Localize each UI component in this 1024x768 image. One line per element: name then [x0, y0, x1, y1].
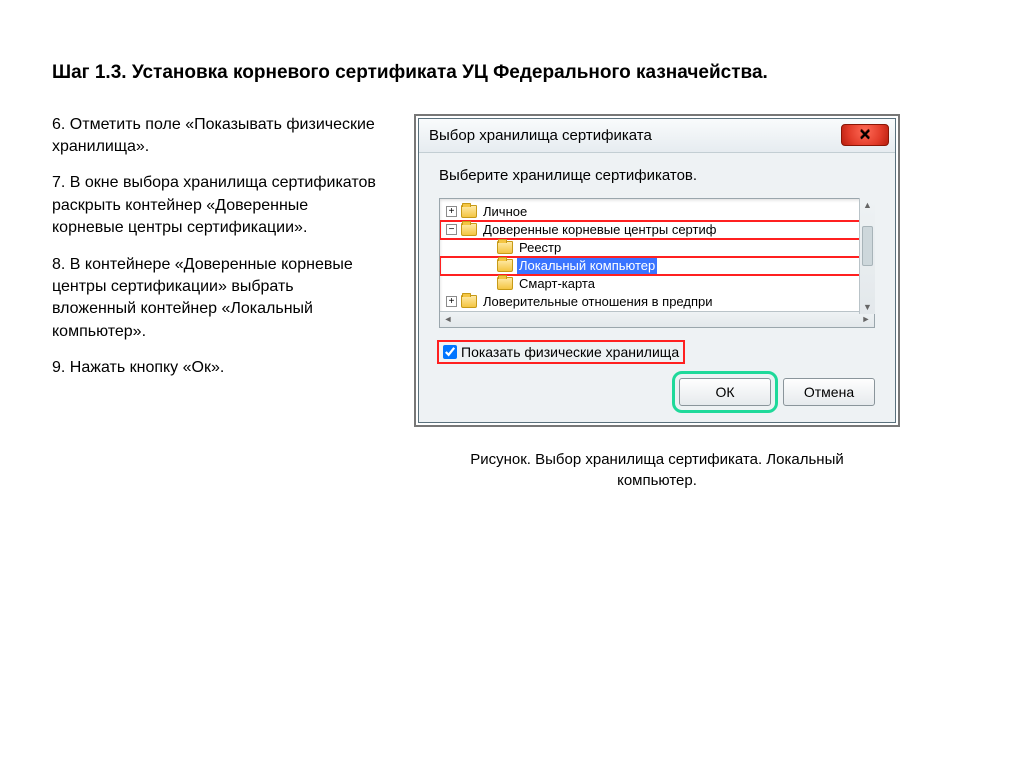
tree-item-local-computer[interactable]: Локальный компьютер	[440, 257, 874, 275]
folder-icon	[461, 295, 477, 308]
tree-item-registry[interactable]: Реестр	[440, 239, 874, 257]
close-button[interactable]: ✕	[841, 124, 889, 146]
tree-item-enterprise-trust[interactable]: + Ловерительные отношения в предпри	[440, 293, 874, 311]
store-tree[interactable]: + Личное − Доверенные корневые центры се…	[440, 203, 874, 311]
scroll-up-icon[interactable]: ▲	[860, 198, 875, 212]
scroll-right-icon[interactable]: ►	[858, 314, 874, 324]
tree-item-personal[interactable]: + Личное	[440, 203, 874, 221]
tree-item-trusted-root[interactable]: − Доверенные корневые центры сертиф	[440, 221, 874, 239]
scroll-down-icon[interactable]: ▼	[860, 300, 875, 314]
scroll-left-icon[interactable]: ◄	[440, 314, 456, 324]
scroll-thumb[interactable]	[862, 226, 873, 266]
checkbox-input[interactable]	[443, 345, 457, 359]
folder-icon	[497, 259, 513, 272]
step-6: 6. Отметить поле «Показывать физические …	[52, 114, 382, 159]
figure-caption: Рисунок. Выбор хранилища сертификата. Ло…	[414, 449, 900, 491]
vertical-scrollbar[interactable]: ▲ ▼	[859, 198, 875, 314]
dialog-instruction: Выберите хранилище сертификатов.	[439, 167, 875, 184]
folder-icon	[497, 241, 513, 254]
folder-icon	[461, 223, 477, 236]
checkbox-label: Показать физические хранилища	[461, 344, 679, 360]
cancel-button[interactable]: Отмена	[783, 378, 875, 406]
step-8: 8. В контейнере «Доверенные корневые цен…	[52, 254, 382, 344]
ok-button[interactable]: ОК	[679, 378, 771, 406]
collapse-icon[interactable]: −	[446, 224, 457, 235]
show-physical-stores-checkbox[interactable]: Показать физические хранилища	[439, 342, 683, 362]
instructions: 6. Отметить поле «Показывать физические …	[52, 114, 382, 394]
step-9: 9. Нажать кнопку «Ок».	[52, 357, 382, 379]
close-icon: ✕	[859, 126, 872, 144]
titlebar: Выбор хранилища сертификата ✕	[419, 119, 895, 153]
dialog-title: Выбор хранилища сертификата	[429, 127, 652, 144]
tree-item-smartcard[interactable]: Смарт-карта	[440, 275, 874, 293]
horizontal-scrollbar[interactable]: ◄ ►	[440, 311, 874, 327]
step-7: 7. В окне выбора хранилища сертификатов …	[52, 172, 382, 239]
page-title: Шаг 1.3. Установка корневого сертификата…	[52, 60, 972, 86]
cert-store-dialog: Выбор хранилища сертификата ✕ Выберите х…	[418, 118, 896, 423]
folder-icon	[461, 205, 477, 218]
expand-icon[interactable]: +	[446, 206, 457, 217]
expand-icon[interactable]: +	[446, 296, 457, 307]
folder-icon	[497, 277, 513, 290]
